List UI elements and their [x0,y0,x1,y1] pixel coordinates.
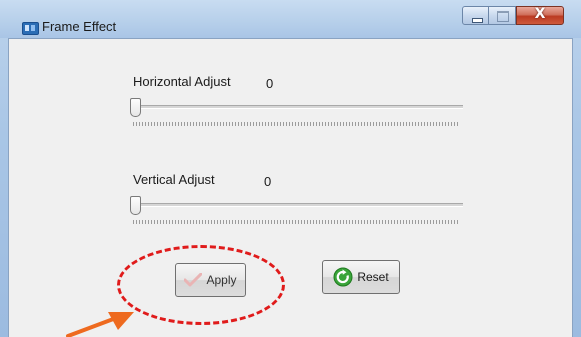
dialog-body: Horizontal Adjust 0 Vertical Adjust 0 Ap… [8,38,573,337]
vertical-adjust-label: Vertical Adjust [133,172,215,187]
maximize-button[interactable] [489,6,516,25]
annotation-arrow-icon [66,312,134,337]
close-icon: X [534,6,546,22]
window-title: Frame Effect [42,19,117,34]
refresh-icon [333,267,353,287]
close-button[interactable]: X [516,6,564,25]
app-window: Frame Effect X Horizontal Adjust 0 Verti… [0,0,581,337]
vertical-slider-track[interactable] [133,203,463,207]
maximize-icon [497,11,509,22]
reset-button[interactable]: Reset [322,260,400,294]
app-icon [22,22,39,35]
horizontal-slider-ticks [133,122,459,126]
horizontal-adjust-value: 0 [266,76,274,91]
minimize-button[interactable] [462,6,489,25]
vertical-slider-thumb[interactable] [130,196,141,215]
horizontal-slider-track[interactable] [133,105,463,109]
horizontal-slider-thumb[interactable] [130,98,141,117]
horizontal-adjust-label: Horizontal Adjust [133,74,231,89]
minimize-icon [472,18,483,23]
vertical-slider-ticks [133,220,459,224]
vertical-adjust-value: 0 [264,174,272,189]
title-bar[interactable]: Frame Effect X [0,0,581,38]
reset-button-label: Reset [357,270,389,284]
